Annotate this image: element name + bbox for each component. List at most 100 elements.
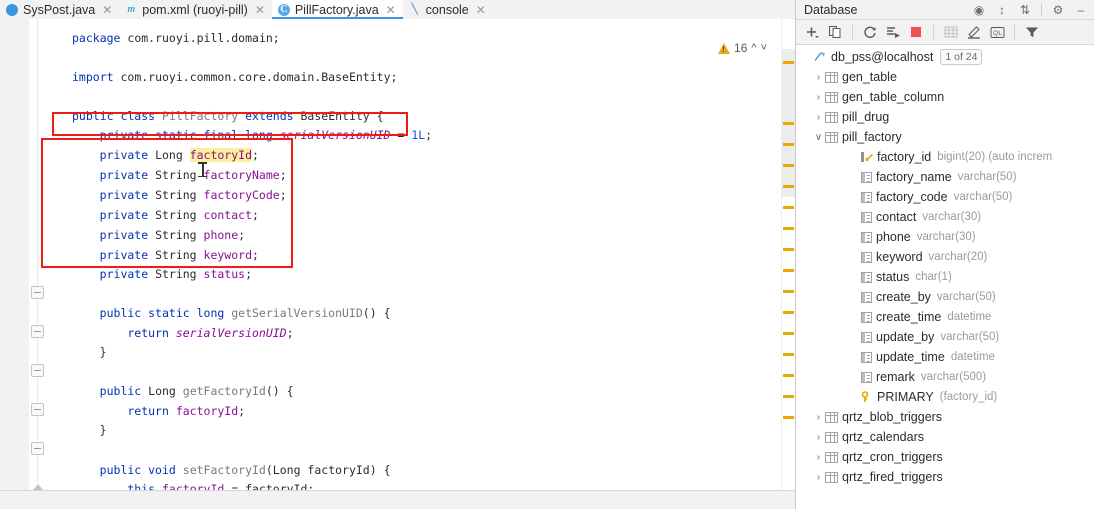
tree-item-qrtz-blob-triggers[interactable]: › qrtz_blob_triggers [796,407,1094,427]
tree-item-label: PRIMARY [877,390,934,404]
code-line: private String factoryName; [100,166,287,186]
code-token: ; [425,128,433,142]
warning-marker[interactable] [783,227,794,230]
tree-item-datasource[interactable]: db_pss@localhost 1 of 24 [796,47,1094,67]
tree-item-pill-drug[interactable]: › pill_drug [796,107,1094,127]
warning-marker[interactable] [783,122,794,125]
filter-icon[interactable] [1024,24,1040,40]
tree-item-qrtz-cron-triggers[interactable]: › qrtz_cron_triggers [796,447,1094,467]
warning-marker[interactable] [783,395,794,398]
query-console-icon[interactable]: QL [989,24,1005,40]
warning-marker[interactable] [783,143,794,146]
tree-item-update-time[interactable]: update_time datetime [796,347,1094,367]
inspection-widget[interactable]: 16 ^ ˅ [718,41,767,55]
chevron-right-icon[interactable]: › [812,472,825,483]
tree-item-qrtz-calendars[interactable]: › qrtz_calendars [796,427,1094,447]
tree-item-remark[interactable]: remark varchar(500) [796,367,1094,387]
edit-icon[interactable] [966,24,982,40]
code-editor[interactable]: package com.ruoyi.pill.domain; import com… [0,19,795,490]
tab-pom-xml[interactable]: m pom.xml (ruoyi-pill) ✕ [119,0,272,19]
tree-item-keyword[interactable]: keyword varchar(20) [796,247,1094,267]
stop-icon[interactable] [908,24,924,40]
previous-problem-icon[interactable]: ^ [751,42,756,54]
warning-marker[interactable] [783,269,794,272]
code-token: ; [279,168,287,182]
tree-item-gen-table[interactable]: › gen_table [796,67,1094,87]
warning-marker[interactable] [783,248,794,251]
tree-item-status[interactable]: status char(1) [796,267,1094,287]
close-icon[interactable]: ✕ [476,4,486,16]
code-token: keyword [203,248,252,262]
tree-item-factory-id[interactable]: factory_id bigint(20) (auto increm [796,147,1094,167]
chevron-right-icon[interactable]: › [812,92,825,103]
tree-item-create-time[interactable]: create_time datetime [796,307,1094,327]
warning-marker[interactable] [783,206,794,209]
warning-marker[interactable] [783,311,794,314]
warning-marker[interactable] [783,290,794,293]
warning-marker[interactable] [783,353,794,356]
chevron-down-icon[interactable]: ∨ [812,132,825,143]
chevron-right-icon[interactable]: › [812,452,825,463]
database-toolbar: QL [796,20,1094,45]
editor-marker-scrollbar[interactable] [781,19,795,490]
expand-all-icon[interactable]: ↕ [995,3,1009,17]
fold-toggle-icon[interactable] [31,364,44,377]
editor-fold-gutter[interactable] [29,19,46,490]
chevron-right-icon[interactable]: › [812,112,825,123]
tab-label: PillFactory.java [294,2,379,17]
code-token: ; [238,404,246,418]
fold-guide-line [37,19,38,490]
tab-console[interactable]: ╲ console ✕ [402,0,493,19]
close-icon[interactable]: ✕ [386,4,396,16]
chevron-right-icon[interactable]: › [812,432,825,443]
warning-marker[interactable] [783,332,794,335]
warning-marker[interactable] [783,374,794,377]
fold-toggle-icon[interactable] [31,442,44,455]
close-icon[interactable]: ✕ [255,4,265,16]
table-icon [825,411,838,423]
tree-item-pill-factory[interactable]: ∨ pill_factory [796,127,1094,147]
code-token: ; [238,228,246,242]
collapse-all-icon[interactable]: ⇅ [1018,3,1032,17]
chevron-right-icon[interactable]: › [812,72,825,83]
tree-item-factory-code[interactable]: factory_code varchar(50) [796,187,1094,207]
next-problem-icon[interactable]: ˅ [761,42,767,54]
database-tree[interactable]: db_pss@localhost 1 of 24 › gen_table › gen_… [796,44,1094,509]
code-token: long [245,128,280,142]
warning-marker[interactable] [783,185,794,188]
tab-syspost-java[interactable]: SysPost.java ✕ [0,0,120,19]
tree-item-create-by[interactable]: create_by varchar(50) [796,287,1094,307]
warning-marker[interactable] [783,61,794,64]
chevron-right-icon[interactable]: › [812,412,825,423]
code-token: factoryId [162,482,225,490]
fold-toggle-icon[interactable] [31,481,44,490]
fold-toggle-icon[interactable] [31,403,44,416]
tree-item-gen-table-column[interactable]: › gen_table_column [796,87,1094,107]
run-script-icon[interactable] [885,24,901,40]
add-icon[interactable] [804,24,820,40]
refresh-icon[interactable] [862,24,878,40]
table-editor-icon[interactable] [943,24,959,40]
fold-toggle-icon[interactable] [31,286,44,299]
minimize-icon[interactable]: ‒ [1074,3,1088,17]
tree-item-PRIMARY[interactable]: PRIMARY (factory_id) [796,387,1094,407]
fold-toggle-icon[interactable] [31,325,44,338]
code-line: this.factoryId = factoryId; [127,480,314,490]
warning-marker[interactable] [783,164,794,167]
tree-item-phone[interactable]: phone varchar(30) [796,227,1094,247]
source-code-text[interactable]: package com.ruoyi.pill.domain; import com… [46,19,795,490]
tree-item-factory-name[interactable]: factory_name varchar(50) [796,167,1094,187]
column-icon [861,231,872,243]
code-token: ( [265,463,273,477]
code-line: public class PillFactory extends BaseEnt… [72,107,384,127]
code-token: ; [245,267,253,281]
tab-pillfactory-java[interactable]: C PillFactory.java ✕ [271,0,403,19]
settings-gear-icon[interactable]: ⚙ [1051,3,1065,17]
tree-item-update-by[interactable]: update_by varchar(50) [796,327,1094,347]
tree-item-contact[interactable]: contact varchar(30) [796,207,1094,227]
close-icon[interactable]: ✕ [102,4,112,16]
warning-marker[interactable] [783,416,794,419]
duplicate-icon[interactable] [827,24,843,40]
locate-icon[interactable]: ◉ [972,3,986,17]
tree-item-qrtz-fired-triggers[interactable]: › qrtz_fired_triggers [796,467,1094,487]
